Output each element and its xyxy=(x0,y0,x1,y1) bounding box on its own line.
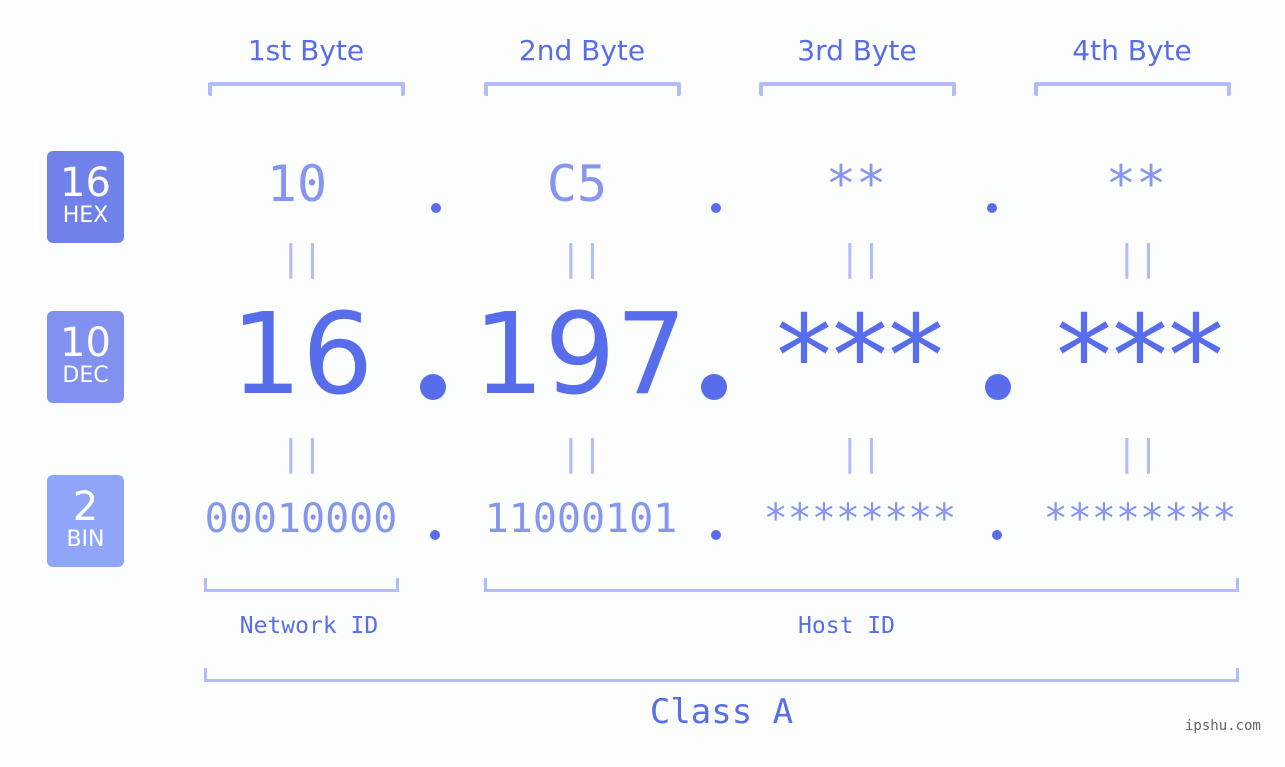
bin-separator-dot xyxy=(711,530,721,540)
equals-sign: || xyxy=(1116,238,1160,279)
class-bracket xyxy=(204,668,1239,682)
host-id-bracket xyxy=(484,578,1239,592)
hex-byte-4: ** xyxy=(1105,155,1167,213)
watermark: ipshu.com xyxy=(1185,718,1261,734)
hex-byte-1: 10 xyxy=(266,155,328,213)
byte-header-2: 2nd Byte xyxy=(518,34,646,67)
equals-sign: || xyxy=(560,238,604,279)
hex-separator-dot xyxy=(711,203,721,213)
dec-separator-dot xyxy=(985,374,1011,400)
dec-badge-label: DEC xyxy=(62,363,109,388)
bin-byte-4: ******** xyxy=(1043,496,1237,542)
bin-badge: 2 BIN xyxy=(47,475,124,567)
equals-sign: || xyxy=(280,433,324,474)
dec-byte-3: *** xyxy=(776,292,944,422)
equals-sign: || xyxy=(1116,433,1160,474)
equals-sign: || xyxy=(560,433,604,474)
byte-bracket-2 xyxy=(484,82,681,96)
byte-header-4: 4th Byte xyxy=(1072,34,1192,67)
dec-byte-4: *** xyxy=(1056,292,1224,422)
hex-byte-2: C5 xyxy=(546,155,608,213)
byte-header-1: 1st Byte xyxy=(247,34,365,67)
dec-byte-1: 16 xyxy=(230,290,374,420)
hex-badge-number: 16 xyxy=(60,160,111,206)
equals-sign: || xyxy=(839,433,883,474)
bin-badge-label: BIN xyxy=(66,527,105,552)
hex-separator-dot xyxy=(431,203,441,213)
dec-separator-dot xyxy=(420,374,446,400)
bin-separator-dot xyxy=(992,530,1002,540)
host-id-label: Host ID xyxy=(798,613,895,639)
equals-sign: || xyxy=(280,238,324,279)
dec-separator-dot xyxy=(701,374,727,400)
byte-bracket-1 xyxy=(208,82,405,96)
bin-byte-1: 00010000 xyxy=(204,496,398,542)
equals-sign: || xyxy=(839,238,883,279)
byte-bracket-4 xyxy=(1034,82,1231,96)
network-id-label: Network ID xyxy=(239,613,379,639)
network-id-bracket xyxy=(204,578,399,592)
bin-separator-dot xyxy=(430,530,440,540)
class-label: Class A xyxy=(649,692,794,732)
bin-byte-3: ******** xyxy=(763,496,957,542)
hex-badge: 16 HEX xyxy=(47,151,124,243)
hex-byte-3: ** xyxy=(825,155,887,213)
byte-bracket-3 xyxy=(759,82,956,96)
byte-header-3: 3rd Byte xyxy=(797,34,917,67)
hex-separator-dot xyxy=(987,203,997,213)
hex-badge-label: HEX xyxy=(62,203,109,228)
dec-byte-2: 197 xyxy=(473,290,687,420)
bin-badge-number: 2 xyxy=(72,484,99,530)
bin-byte-2: 11000101 xyxy=(484,496,678,542)
dec-badge-number: 10 xyxy=(60,320,111,366)
dec-badge: 10 DEC xyxy=(47,311,124,403)
